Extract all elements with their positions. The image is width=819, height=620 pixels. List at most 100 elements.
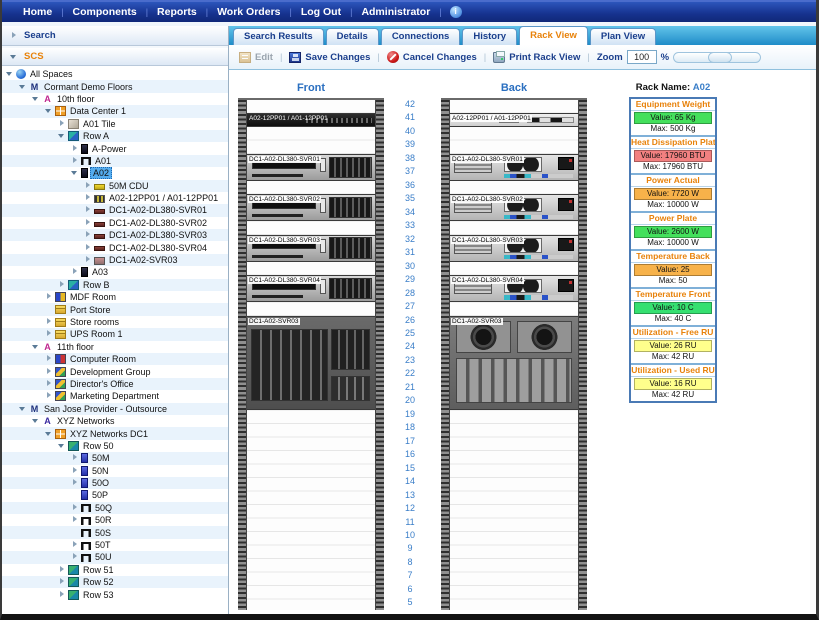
tree-item-a03[interactable]: A03 — [2, 266, 228, 278]
tree-item-port-store[interactable]: Port Store — [2, 303, 228, 315]
chevron-right-icon[interactable] — [58, 120, 66, 128]
chevron-right-icon[interactable] — [71, 145, 79, 153]
tree-item-dc1-a02-dl380-svr01[interactable]: DC1-A02-DL380-SVR01 — [2, 204, 228, 216]
tree-item-a02-12pp01-a01-12pp01[interactable]: A02-12PP01 / A01-12PP01 — [2, 192, 228, 204]
zoom-slider-thumb[interactable] — [708, 52, 732, 63]
tree-item-mdf-room[interactable]: MDF Room — [2, 291, 228, 303]
zoom-slider[interactable] — [673, 52, 761, 63]
chevron-right-icon[interactable] — [71, 268, 79, 276]
tree-item-xyz-networks-dc1[interactable]: XYZ Networks DC1 — [2, 427, 228, 439]
tree-item-row-50[interactable]: Row 50 — [2, 440, 228, 452]
chevron-right-icon[interactable] — [84, 256, 92, 264]
tree-item-50o[interactable]: 50O — [2, 477, 228, 489]
edit-button[interactable]: Edit — [239, 52, 273, 63]
tab-details[interactable]: Details — [326, 28, 379, 45]
print-rack-view-button[interactable]: Print Rack View — [493, 52, 580, 63]
rack-name-value[interactable]: A02 — [693, 82, 710, 93]
chevron-right-icon[interactable] — [45, 380, 53, 388]
rack-device-back-dc1-a02-dl380-svr03[interactable]: DC1-A02-DL380-SVR03 — [449, 235, 579, 262]
rack-device-front-dc1-a02-svr03[interactable]: DC1-A02-SVR03 — [246, 316, 376, 410]
chevron-down-icon[interactable] — [10, 53, 18, 61]
tree-item-50p[interactable]: 50P — [2, 489, 228, 501]
tree-item-a02[interactable]: A02 — [2, 167, 228, 179]
chevron-down-icon[interactable] — [71, 169, 79, 177]
tree-item-director-s-office[interactable]: Director's Office — [2, 378, 228, 390]
tab-connections[interactable]: Connections — [381, 28, 461, 45]
tree-item-marketing-department[interactable]: Marketing Department — [2, 390, 228, 402]
chevron-right-icon[interactable] — [71, 454, 79, 462]
chevron-right-icon[interactable] — [45, 392, 53, 400]
tree-item-dc1-a02-svr03[interactable]: DC1-A02-SVR03 — [2, 254, 228, 266]
tree-item-50q[interactable]: 50Q — [2, 502, 228, 514]
zoom-input[interactable] — [627, 50, 657, 64]
tree-item-50m[interactable]: 50M — [2, 452, 228, 464]
tree-item-a01-tile[interactable]: A01 Tile — [2, 118, 228, 130]
chevron-right-icon[interactable] — [58, 281, 66, 289]
rack-device-back-dc1-a02-dl380-svr02[interactable]: DC1-A02-DL380-SVR02 — [449, 194, 579, 221]
chevron-right-icon[interactable] — [10, 32, 18, 40]
chevron-down-icon[interactable] — [32, 95, 40, 103]
nav-item-log-out[interactable]: Log Out — [292, 6, 350, 18]
chevron-right-icon[interactable] — [84, 206, 92, 214]
tree-item-dc1-a02-dl380-svr02[interactable]: DC1-A02-DL380-SVR02 — [2, 217, 228, 229]
chevron-right-icon[interactable] — [84, 194, 92, 202]
tree-item-row-b[interactable]: Row B — [2, 279, 228, 291]
cancel-changes-button[interactable]: Cancel Changes — [387, 51, 477, 63]
chevron-right-icon[interactable] — [84, 231, 92, 239]
tree-item-50n[interactable]: 50N — [2, 465, 228, 477]
tree-item-50s[interactable]: 50S — [2, 526, 228, 538]
rack-device-back-dc1-a02-dl380-svr04[interactable]: DC1-A02-DL380-SVR04 — [449, 275, 579, 302]
tree-item-computer-room[interactable]: Computer Room — [2, 353, 228, 365]
nav-item-administrator[interactable]: Administrator — [352, 6, 439, 18]
chevron-down-icon[interactable] — [19, 405, 27, 413]
tab-history[interactable]: History — [462, 28, 517, 45]
chevron-right-icon[interactable] — [84, 182, 92, 190]
chevron-down-icon[interactable] — [32, 343, 40, 351]
chevron-right-icon[interactable] — [58, 566, 66, 574]
chevron-right-icon[interactable] — [71, 504, 79, 512]
rack-device-back-a02-12pp01-a01-12pp01[interactable]: A02-12PP01 / A01-12PP01 — [449, 113, 579, 126]
nav-item-reports[interactable]: Reports — [148, 6, 206, 18]
tree-item-10th-floor[interactable]: A10th floor — [2, 93, 228, 105]
save-changes-button[interactable]: Save Changes — [289, 52, 370, 63]
tab-rack-view[interactable]: Rack View — [519, 26, 588, 45]
tree-item-a-power[interactable]: A-Power — [2, 142, 228, 154]
tree-item-row-53[interactable]: Row 53 — [2, 588, 228, 600]
chevron-down-icon[interactable] — [58, 132, 66, 140]
chevron-right-icon[interactable] — [45, 368, 53, 376]
chevron-down-icon[interactable] — [45, 430, 53, 438]
tree-item-row-52[interactable]: Row 52 — [2, 576, 228, 588]
tree-item-50t[interactable]: 50T — [2, 539, 228, 551]
tree-item-50u[interactable]: 50U — [2, 551, 228, 563]
chevron-right-icon[interactable] — [71, 157, 79, 165]
tab-search-results[interactable]: Search Results — [233, 28, 324, 45]
tree-item-data-center-1[interactable]: Data Center 1 — [2, 105, 228, 117]
rack-device-front-dc1-a02-dl380-svr03[interactable]: DC1-A02-DL380-SVR03 — [246, 235, 376, 262]
tree-item-san-jose-provider-outsource[interactable]: MSan Jose Provider - Outsource — [2, 403, 228, 415]
chevron-right-icon[interactable] — [71, 467, 79, 475]
tree-item-store-rooms[interactable]: Store rooms — [2, 316, 228, 328]
chevron-right-icon[interactable] — [45, 355, 53, 363]
rack-device-back-dc1-a02-svr03[interactable]: DC1-A02-SVR03 — [449, 316, 579, 410]
chevron-down-icon[interactable] — [58, 442, 66, 450]
tree-item-50m-cdu[interactable]: 50M CDU — [2, 180, 228, 192]
tree-item-a01[interactable]: A01 — [2, 155, 228, 167]
nav-item-work-orders[interactable]: Work Orders — [208, 6, 289, 18]
tab-plan-view[interactable]: Plan View — [590, 28, 656, 45]
tree-item-cormant-demo-floors[interactable]: MCormant Demo Floors — [2, 80, 228, 92]
tree-item-row-51[interactable]: Row 51 — [2, 564, 228, 576]
chevron-right-icon[interactable] — [45, 318, 53, 326]
chevron-down-icon[interactable] — [6, 70, 14, 78]
chevron-right-icon[interactable] — [84, 244, 92, 252]
rack-device-front-dc1-a02-dl380-svr01[interactable]: DC1-A02-DL380-SVR01 — [246, 154, 376, 181]
chevron-right-icon[interactable] — [84, 219, 92, 227]
tree-item-ups-room-1[interactable]: UPS Room 1 — [2, 328, 228, 340]
info-icon[interactable]: i — [450, 6, 462, 18]
chevron-right-icon[interactable] — [71, 541, 79, 549]
scs-section-header[interactable]: SCS — [2, 46, 228, 66]
tree-item-11th-floor[interactable]: A11th floor — [2, 341, 228, 353]
rack-device-front-dc1-a02-dl380-svr04[interactable]: DC1-A02-DL380-SVR04 — [246, 275, 376, 302]
rack-device-front-a02-12pp01-a01-12pp01[interactable]: A02-12PP01 / A01-12PP01 — [246, 113, 376, 126]
tree-item-development-group[interactable]: Development Group — [2, 365, 228, 377]
chevron-down-icon[interactable] — [19, 83, 27, 91]
